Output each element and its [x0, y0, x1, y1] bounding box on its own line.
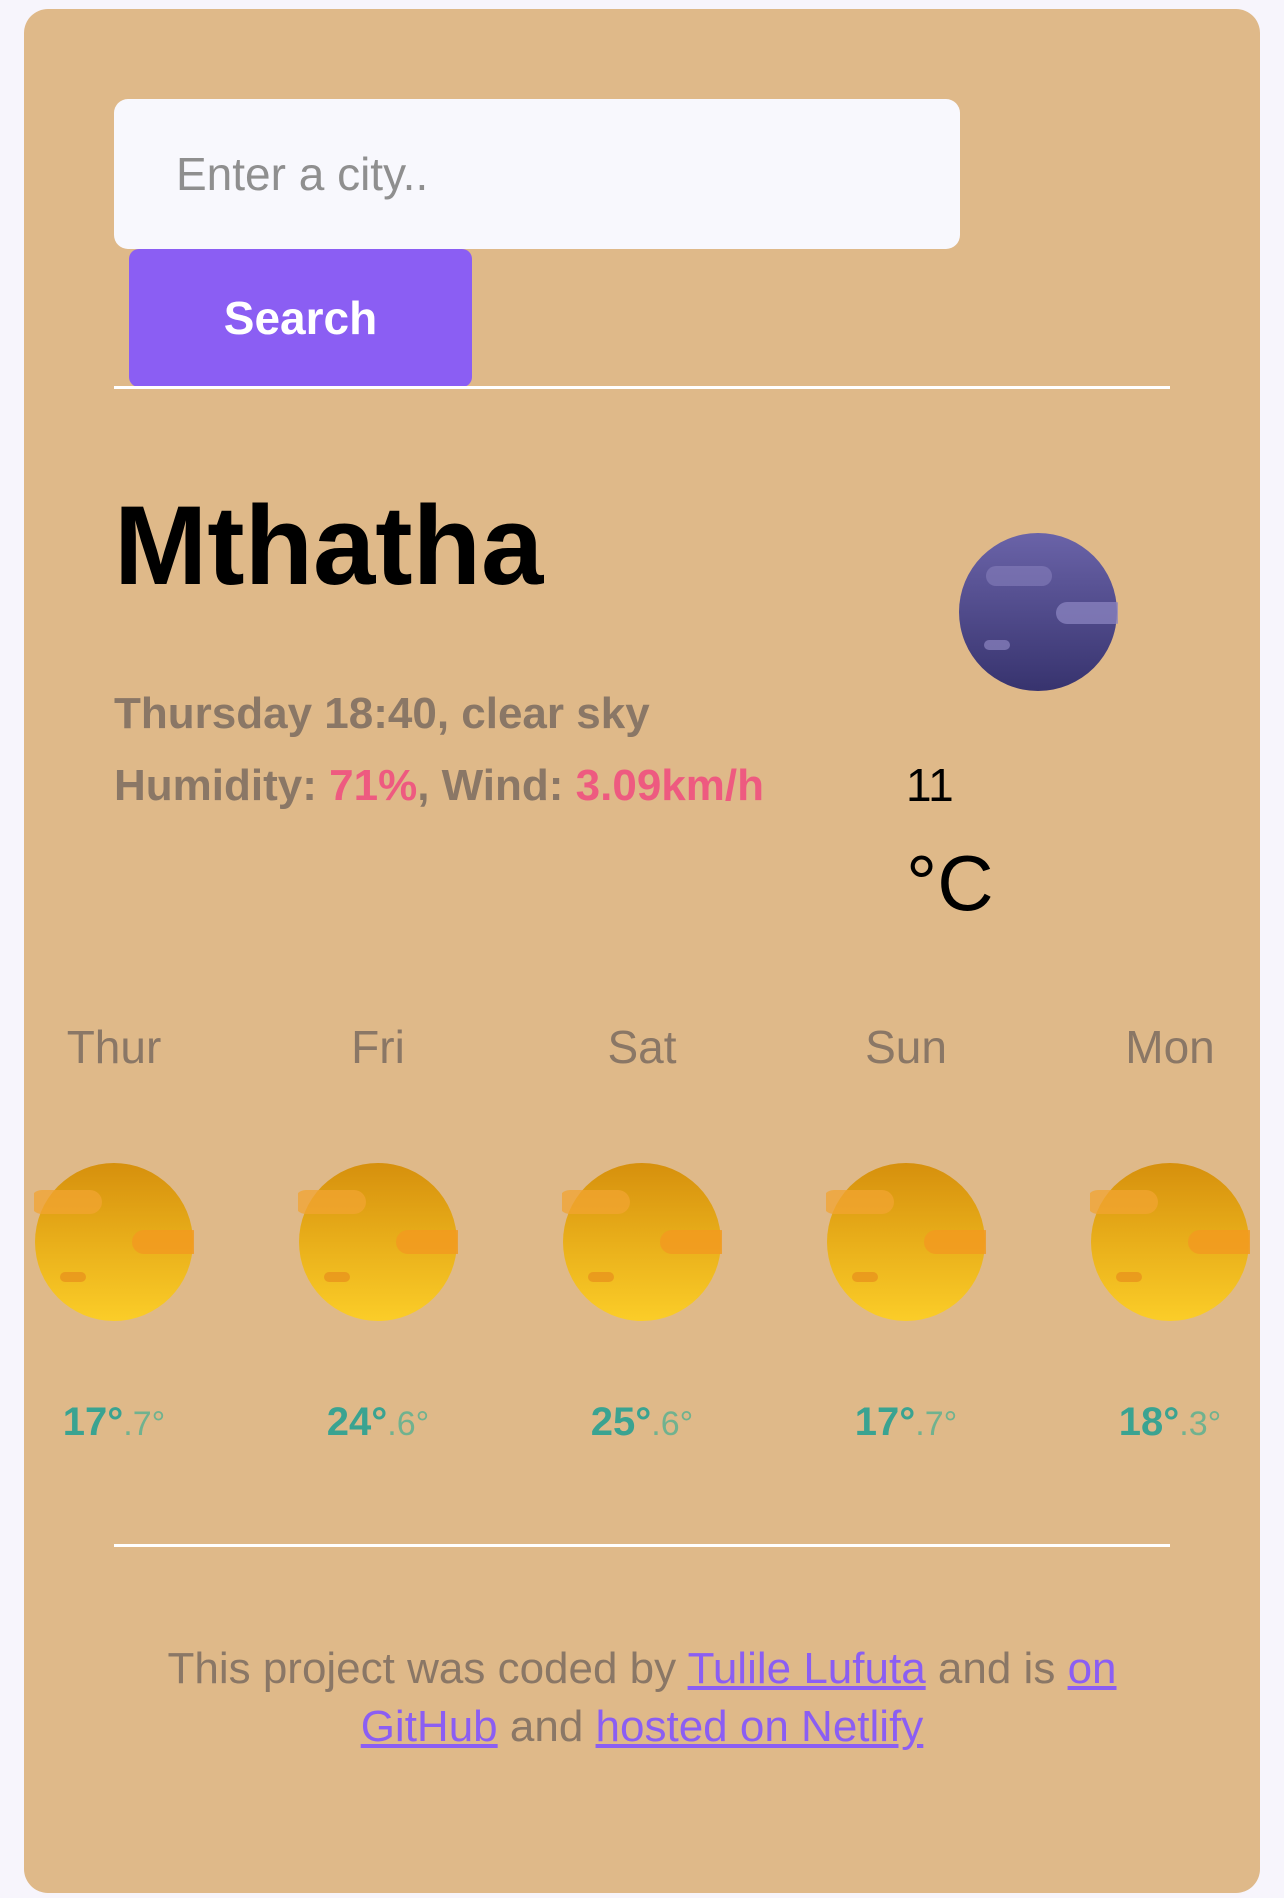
wind-label: Wind:	[441, 761, 564, 810]
forecast-day-name: Mon	[1125, 1021, 1215, 1073]
footer-text: This project was coded by	[167, 1644, 677, 1693]
forecast-day-name: Thur	[66, 1021, 162, 1073]
forecast-min-temp: .6°	[387, 1405, 430, 1443]
forecast-day-name: Sat	[607, 1021, 677, 1073]
forecast-min-temp: .3°	[1179, 1405, 1222, 1443]
forecast-day: Sat 25°.6°	[510, 1020, 774, 1444]
forecast-max-temp: 18°	[1118, 1400, 1180, 1444]
sun-icon	[298, 1163, 458, 1321]
netlify-link[interactable]: hosted on Netlify	[596, 1702, 924, 1751]
author-link[interactable]: Tulile Lufuta	[688, 1644, 926, 1693]
current-temperature: 11	[906, 759, 954, 811]
forecast-max-temp: 25°	[590, 1400, 652, 1444]
day-time: Thursday 18:40	[114, 689, 437, 738]
forecast-day: Fri 24°.6°	[246, 1020, 510, 1444]
footer-text: and	[509, 1702, 584, 1751]
sun-icon	[562, 1163, 722, 1321]
footer-text: and is	[937, 1644, 1056, 1693]
sun-icon	[1090, 1163, 1250, 1321]
date-description-line: Thursday 18:40, clear sky	[114, 689, 650, 738]
humidity-wind-line: Humidity: 71%, Wind: 3.09km/h	[114, 761, 765, 810]
search-button[interactable]: Search	[129, 249, 472, 387]
sun-icon	[34, 1163, 194, 1321]
temperature-unit: °C	[906, 839, 994, 927]
weather-details: Thursday 18:40, clear sky Humidity: 71%,…	[114, 678, 764, 822]
forecast-temps: 18°.3°	[1038, 1400, 1284, 1445]
sun-icon	[826, 1163, 986, 1321]
forecast-max-temp: 24°	[326, 1400, 388, 1444]
bottom-divider	[114, 1544, 1170, 1547]
forecast-temps: 24°.6°	[246, 1400, 510, 1445]
footer: This project was coded by Tulile Lufuta …	[114, 1640, 1170, 1756]
clear-night-icon	[959, 533, 1118, 691]
forecast-min-temp: .6°	[651, 1405, 694, 1443]
forecast-day-name: Sun	[865, 1021, 947, 1073]
city-name: Mthatha	[114, 483, 544, 608]
humidity-label: Humidity:	[114, 761, 317, 810]
humidity-value: 71%	[329, 761, 418, 810]
weather-description: clear sky	[461, 689, 650, 738]
forecast-max-temp: 17°	[62, 1400, 124, 1444]
wind-value: 3.09km/h	[575, 761, 765, 810]
forecast-day: Thur 17°.7°	[0, 1020, 246, 1444]
forecast-temps: 17°.7°	[774, 1400, 1038, 1445]
forecast-temps: 25°.6°	[510, 1400, 774, 1445]
forecast-temps: 17°.7°	[0, 1400, 246, 1445]
forecast-day-name: Fri	[351, 1021, 405, 1073]
city-search-input[interactable]	[114, 99, 960, 249]
top-divider	[114, 386, 1170, 389]
forecast-min-temp: .7°	[123, 1405, 166, 1443]
forecast-day: Sun 17°.7°	[774, 1020, 1038, 1444]
forecast-min-temp: .7°	[915, 1405, 958, 1443]
forecast-max-temp: 17°	[854, 1400, 916, 1444]
forecast-day: Mon 18°.3°	[1038, 1020, 1284, 1444]
